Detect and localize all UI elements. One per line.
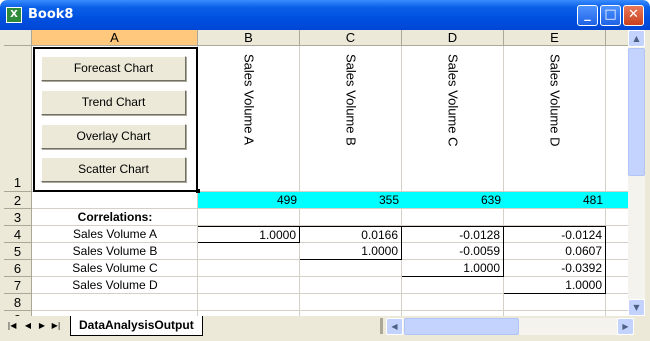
row-header-4[interactable]: 4 (4, 226, 32, 243)
last-sheet-icon[interactable]: ▶| (50, 318, 62, 334)
column-header-d[interactable]: D (402, 30, 504, 46)
scroll-up-icon[interactable]: ▲ (628, 30, 645, 47)
trend-chart-button[interactable]: Trend Chart (41, 90, 186, 115)
maximize-button[interactable]: □ (600, 5, 621, 26)
row-label: Sales Volume B (72, 244, 158, 258)
row-header-7[interactable]: 7 (4, 277, 32, 294)
row-label: Sales Volume A (72, 227, 158, 241)
vertical-scroll-thumb[interactable] (628, 48, 645, 176)
horizontal-scrollbar[interactable]: ◀ ▶ (386, 318, 634, 335)
correlations-title: Correlations: (77, 210, 153, 224)
column-header-c[interactable]: C (300, 30, 402, 46)
spreadsheet-grid[interactable]: A B C D E 1 2 3 4 5 6 7 8 9 Sales Volume… (4, 30, 628, 316)
prev-sheet-icon[interactable]: ◀ (22, 318, 34, 334)
minimize-button[interactable]: _ (577, 5, 598, 26)
vertical-scrollbar[interactable]: ▲ ▼ (628, 30, 645, 316)
first-sheet-icon[interactable]: |◀ (6, 318, 18, 334)
row-header-3[interactable]: 3 (4, 209, 32, 226)
sheet-tab-dataanalysisoutput[interactable]: DataAnalysisOutput (70, 316, 203, 336)
excel-window: X Book8 _ □ ✕ A B C D E 1 2 3 4 5 6 7 8 … (0, 0, 650, 341)
row-header-5[interactable]: 5 (4, 243, 32, 260)
tab-split-handle[interactable] (380, 318, 383, 334)
matrix-cell[interactable]: 1.0000 (504, 277, 606, 294)
select-all-corner[interactable] (4, 30, 32, 46)
scatter-chart-button[interactable]: Scatter Chart (41, 157, 186, 182)
cell-e2[interactable]: 481 (504, 192, 606, 209)
cell-d2[interactable]: 639 (402, 192, 504, 209)
header-sales-volume-a: Sales Volume A (241, 54, 257, 146)
row-header-1[interactable]: 1 (4, 46, 32, 192)
matrix-cell[interactable]: -0.0128 (402, 226, 504, 243)
horizontal-scroll-thumb[interactable] (404, 318, 519, 335)
excel-icon[interactable]: X (6, 7, 22, 23)
header-sales-volume-b: Sales Volume B (343, 54, 359, 146)
column-header-f[interactable] (606, 30, 628, 46)
row-header-6[interactable]: 6 (4, 260, 32, 277)
row-header-2[interactable]: 2 (4, 192, 32, 209)
scroll-left-icon[interactable]: ◀ (386, 318, 403, 335)
matrix-cell[interactable]: 0.0607 (504, 243, 606, 260)
matrix-cell[interactable]: -0.0124 (504, 226, 606, 243)
matrix-cell[interactable]: 1.0000 (198, 226, 300, 243)
overlay-chart-button[interactable]: Overlay Chart (41, 124, 186, 149)
close-button[interactable]: ✕ (623, 5, 644, 26)
header-sales-volume-d: Sales Volume D (547, 54, 563, 147)
cell-b2[interactable]: 499 (198, 192, 300, 209)
next-sheet-icon[interactable]: ▶ (36, 318, 48, 334)
chart-button-group: Forecast Chart Trend Chart Overlay Chart… (33, 47, 198, 192)
row-header-8[interactable]: 8 (4, 294, 32, 311)
column-header-a[interactable]: A (32, 30, 198, 46)
sheet-tab-bar: |◀ ◀ ▶ ▶| DataAnalysisOutput ◀ ▶ (4, 316, 645, 336)
matrix-cell[interactable]: 0.0166 (300, 226, 402, 243)
row-label: Sales Volume D (72, 278, 158, 292)
column-header-b[interactable]: B (198, 30, 300, 46)
matrix-cell[interactable]: 1.0000 (300, 243, 402, 260)
window-title: Book8 (28, 7, 74, 22)
forecast-chart-button[interactable]: Forecast Chart (41, 56, 186, 81)
matrix-cell[interactable]: 1.0000 (402, 260, 504, 277)
scroll-right-icon[interactable]: ▶ (617, 318, 634, 335)
column-header-e[interactable]: E (504, 30, 606, 46)
row-label: Sales Volume C (72, 261, 158, 275)
header-sales-volume-c: Sales Volume C (445, 54, 461, 147)
title-bar[interactable]: X Book8 _ □ ✕ (0, 0, 650, 30)
scroll-down-icon[interactable]: ▼ (628, 299, 645, 316)
cell-c2[interactable]: 355 (300, 192, 402, 209)
matrix-cell[interactable]: -0.0059 (402, 243, 504, 260)
matrix-cell[interactable]: -0.0392 (504, 260, 606, 277)
